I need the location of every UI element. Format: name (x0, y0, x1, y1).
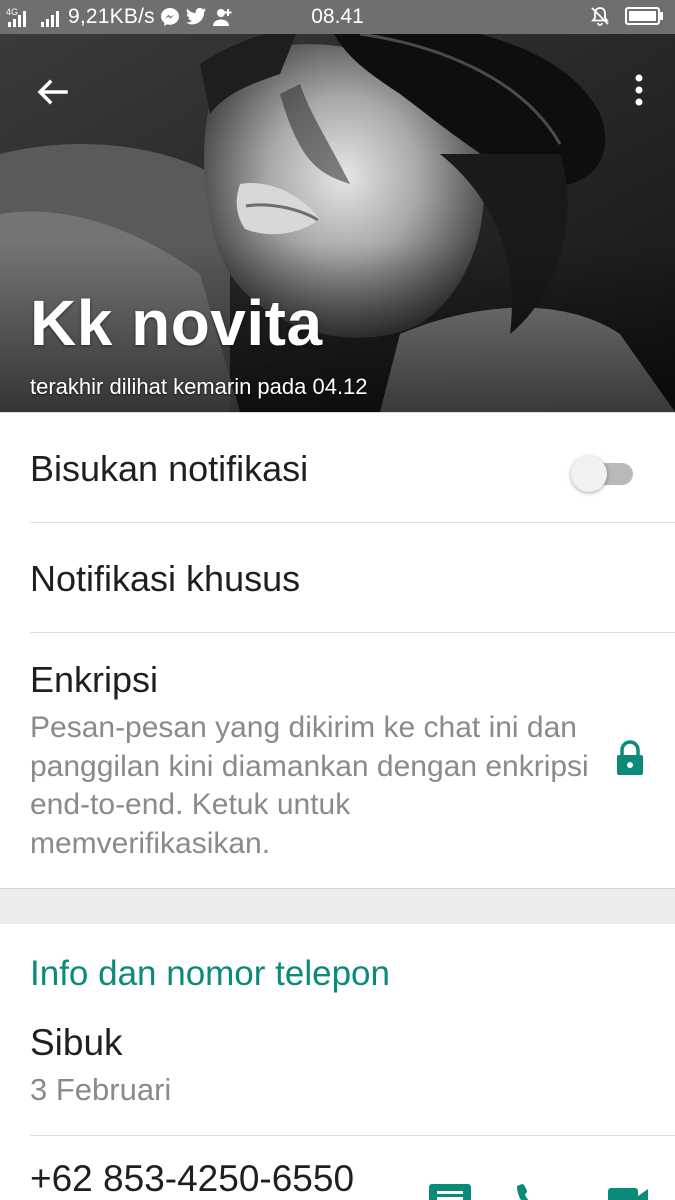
back-arrow-icon[interactable] (30, 70, 74, 114)
toggle-thumb (571, 456, 607, 492)
call-icon[interactable] (516, 1182, 546, 1200)
mute-notifications-label[interactable]: Bisukan notifikasi (30, 448, 308, 490)
about-text[interactable]: Sibuk (30, 1022, 123, 1064)
profile-header: Kk novita terakhir dilihat kemarin pada … (0, 34, 675, 412)
phone-number[interactable]: +62 853-4250-6550 (30, 1158, 354, 1200)
more-vert-icon[interactable] (629, 70, 649, 114)
last-seen-text: terakhir dilihat kemarin pada 04.12 (30, 374, 368, 399)
video-call-icon[interactable] (606, 1182, 650, 1200)
encryption-label[interactable]: Enkripsi (30, 659, 158, 701)
lock-icon[interactable] (615, 740, 645, 776)
bell-off-icon (591, 7, 609, 26)
clock: 08.41 (311, 5, 364, 28)
divider (30, 632, 675, 633)
contact-name: Kk novita (30, 287, 323, 359)
battery-icon (625, 7, 663, 25)
custom-notifications-label[interactable]: Notifikasi khusus (30, 558, 300, 600)
status-bar-right (589, 5, 665, 27)
message-icon[interactable] (428, 1182, 472, 1200)
info-section: Info dan nomor telepon Sibuk 3 Februari … (0, 924, 675, 1200)
divider (30, 1135, 675, 1136)
info-section-title: Info dan nomor telepon (30, 954, 390, 993)
section-gap (0, 888, 675, 924)
about-date: 3 Februari (30, 1072, 172, 1107)
mute-toggle[interactable] (571, 451, 633, 492)
divider (30, 522, 675, 523)
status-bar: 4G 9,21KB/s 08.41 (0, 0, 675, 34)
encryption-description[interactable]: Pesan-pesan yang dikirim ke chat ini dan… (30, 709, 590, 863)
settings-card: Bisukan notifikasi Notifikasi khusus Enk… (0, 412, 675, 888)
